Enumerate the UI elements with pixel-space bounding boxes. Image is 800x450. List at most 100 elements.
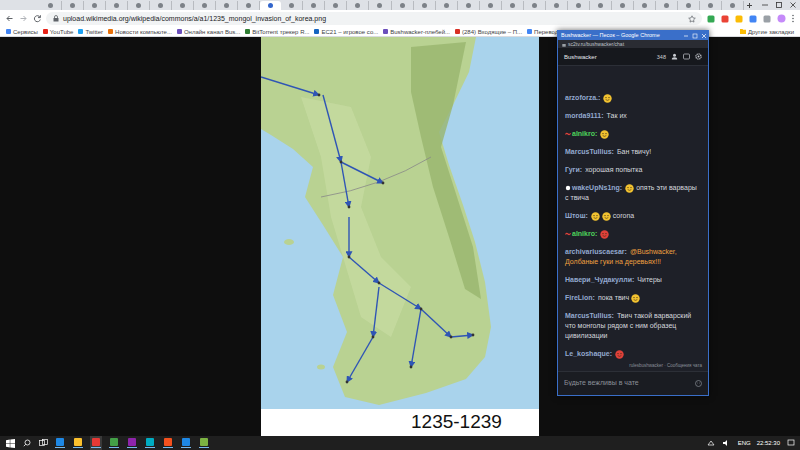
browser-tab[interactable]: [634, 1, 656, 10]
bookmark-label[interactable]: Bushwacker-плебей...: [390, 28, 450, 36]
browser-tab[interactable]: [150, 1, 172, 10]
browser-tab[interactable]: [392, 1, 414, 10]
address-bar[interactable]: upload.wikimedia.org/wikipedia/commons/a…: [46, 12, 702, 25]
browser-tab[interactable]: [347, 1, 369, 10]
browser-tab[interactable]: [216, 1, 238, 10]
extension-icon[interactable]: [706, 14, 716, 24]
bookmark[interactable]: Сервисы: [6, 28, 38, 36]
chat-username[interactable]: arzoforza.:: [565, 94, 600, 101]
browser-tab[interactable]: [458, 1, 480, 10]
chat-username[interactable]: MarcusTullius:: [565, 148, 614, 155]
bookmark[interactable]: Bushwacker-плебей...: [383, 28, 450, 36]
settings-icon[interactable]: [694, 53, 702, 61]
emoji-picker-icon[interactable]: [694, 380, 702, 388]
minimize-icon[interactable]: [758, 0, 772, 10]
language-indicator[interactable]: ENG: [738, 439, 751, 447]
extension-icon[interactable]: [748, 14, 758, 24]
other-bookmarks[interactable]: Другие закладки: [740, 28, 794, 36]
browser-tab[interactable]: [700, 1, 722, 10]
browser-tab[interactable]: [568, 1, 590, 10]
other-bookmarks-label[interactable]: Другие закладки: [748, 28, 794, 36]
bookmark-label[interactable]: Новости компьюте...: [115, 28, 172, 36]
extension-icon[interactable]: [762, 14, 772, 24]
browser-tab[interactable]: [303, 1, 325, 10]
browser-tab[interactable]: [722, 1, 744, 10]
browser-tab[interactable]: [106, 1, 128, 10]
notifications-icon[interactable]: [786, 437, 796, 449]
chat-username[interactable]: morda9111:: [565, 112, 604, 119]
profile-icon[interactable]: [776, 14, 786, 24]
chat-username[interactable]: wakeUpNs1ng:: [572, 184, 622, 191]
chat-close-icon[interactable]: [699, 32, 708, 40]
taskbar-app-icon[interactable]: [54, 436, 66, 450]
bookmark[interactable]: EC21 – игровое со...: [314, 28, 378, 36]
taskbar-app-icon[interactable]: [198, 436, 210, 450]
taskbar-app-icon[interactable]: [108, 436, 120, 450]
browser-tab[interactable]: [260, 1, 281, 10]
search-icon[interactable]: [22, 437, 32, 449]
chat-username[interactable]: Штош:: [565, 212, 588, 219]
bookmark-label[interactable]: EC21 – игровое со...: [321, 28, 378, 36]
browser-tab[interactable]: [238, 1, 260, 10]
star-icon[interactable]: [687, 14, 696, 23]
volume-icon[interactable]: [722, 437, 732, 449]
bookmark-label[interactable]: Сервисы: [13, 28, 38, 36]
browser-tab[interactable]: [480, 1, 502, 10]
bookmark[interactable]: (284) Входящие – П...: [455, 28, 522, 36]
chat-username[interactable]: Навери_Чудакулли:: [565, 276, 634, 283]
browser-tab[interactable]: [62, 1, 84, 10]
browser-tab[interactable]: [40, 1, 62, 10]
browser-tab[interactable]: [590, 1, 612, 10]
browser-tab[interactable]: [172, 1, 194, 10]
taskbar-app-icon[interactable]: [180, 436, 192, 450]
clock[interactable]: 22:52:30: [757, 439, 780, 447]
browser-tab[interactable]: [414, 1, 436, 10]
browser-tab[interactable]: [502, 1, 524, 10]
chat-username[interactable]: alnikro:: [572, 130, 597, 137]
bookmark-label[interactable]: BitTorrent трекер R...: [252, 28, 309, 36]
browser-tab[interactable]: [84, 1, 106, 10]
maximize-icon[interactable]: [772, 0, 786, 10]
browser-tab[interactable]: [546, 1, 568, 10]
browser-tab[interactable]: [281, 1, 303, 10]
browser-tab[interactable]: [325, 1, 347, 10]
taskbar-app-icon[interactable]: [126, 436, 138, 450]
taskbar-app-icon[interactable]: [90, 436, 102, 450]
new-tab-icon[interactable]: [744, 0, 754, 10]
chat-username[interactable]: Le_koshaque:: [565, 350, 612, 357]
bookmark[interactable]: Новости компьюте...: [108, 28, 172, 36]
task-view-icon[interactable]: [38, 437, 48, 449]
extension-icon[interactable]: [720, 14, 730, 24]
bookmark-label[interactable]: Онлайн канал Bus...: [184, 28, 240, 36]
bookmark[interactable]: YouTube: [43, 28, 74, 36]
chat-input[interactable]: [564, 378, 691, 389]
browser-tab[interactable]: [436, 1, 458, 10]
popout-icon[interactable]: [682, 53, 690, 61]
browser-tab[interactable]: [369, 1, 391, 10]
bookmark[interactable]: Twitter: [78, 28, 103, 36]
taskbar-app-icon[interactable]: [162, 436, 174, 450]
browser-tab[interactable]: [678, 1, 700, 10]
chat-maximize-icon[interactable]: [690, 32, 699, 40]
chat-username[interactable]: FireLion:: [565, 294, 595, 301]
close-icon[interactable]: [786, 0, 800, 10]
start-icon[interactable]: [4, 437, 16, 449]
bookmark[interactable]: Онлайн канал Bus...: [177, 28, 240, 36]
chat-minimize-icon[interactable]: [681, 32, 690, 40]
bookmark[interactable]: BitTorrent трекер R...: [245, 28, 309, 36]
browser-tab[interactable]: [524, 1, 546, 10]
reload-icon[interactable]: [32, 14, 42, 24]
back-icon[interactable]: [4, 14, 14, 24]
forward-icon[interactable]: [18, 14, 28, 24]
browser-tab[interactable]: [194, 1, 216, 10]
chat-username[interactable]: alnikro:: [572, 230, 597, 237]
bookmark-label[interactable]: (284) Входящие – П...: [462, 28, 522, 36]
extension-icon[interactable]: [734, 14, 744, 24]
menu-icon[interactable]: [790, 14, 796, 24]
tray-expand-icon[interactable]: [707, 437, 716, 449]
taskbar-app-icon[interactable]: [144, 436, 156, 450]
chat-username[interactable]: MarcusTullius:: [565, 312, 614, 319]
chat-username[interactable]: Гуги:: [565, 166, 582, 173]
bookmark-label[interactable]: YouTube: [50, 28, 74, 36]
users-icon[interactable]: [670, 53, 678, 61]
